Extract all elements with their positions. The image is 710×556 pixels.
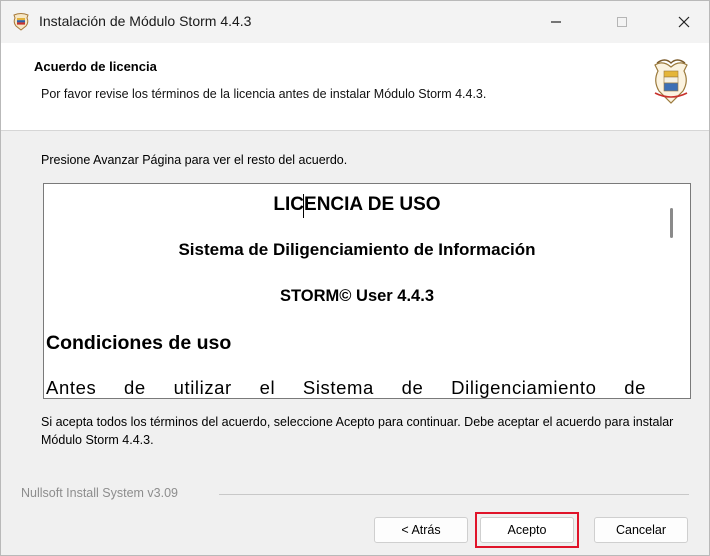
cancel-button[interactable]: Cancelar <box>594 517 688 543</box>
title-bar[interactable]: Instalación de Módulo Storm 4.4.3 <box>1 1 709 43</box>
license-section-heading: Condiciones de uso <box>46 332 232 354</box>
colombia-crest-icon <box>651 57 691 107</box>
back-button[interactable]: < Atrás <box>374 517 468 543</box>
license-body-text: Antes de utilizar el Sistema de Diligenc… <box>46 377 647 398</box>
page-title: Acuerdo de licencia <box>34 59 157 74</box>
nsis-branding: Nullsoft Install System v3.09 <box>21 486 179 500</box>
accept-button[interactable]: Acepto <box>480 517 574 543</box>
close-button[interactable] <box>661 1 707 43</box>
crest-icon <box>11 12 31 32</box>
license-text-area[interactable]: LICENCIA DE USO Sistema de Diligenciamie… <box>43 183 691 399</box>
page-header: Acuerdo de licencia Por favor revise los… <box>1 43 709 131</box>
license-subtitle: Sistema de Diligenciamiento de Informaci… <box>178 240 536 259</box>
scrollbar-thumb[interactable] <box>670 208 673 238</box>
license-title: LICENCIA DE USO <box>273 194 441 215</box>
branding-divider <box>219 494 689 495</box>
intro-text: Presione Avanzar Página para ver el rest… <box>41 153 348 167</box>
page-subtitle: Por favor revise los términos de la lice… <box>41 87 487 101</box>
installer-window: Instalación de Módulo Storm 4.4.3 Acuerd… <box>0 0 710 556</box>
accept-instructions: Si acepta todos los términos del acuerdo… <box>41 415 674 447</box>
text-caret <box>303 194 304 218</box>
license-version: STORM© User 4.4.3 <box>280 287 434 305</box>
maximize-button[interactable] <box>599 1 645 43</box>
minimize-button[interactable] <box>533 1 579 43</box>
window-title: Instalación de Módulo Storm 4.4.3 <box>39 13 252 29</box>
